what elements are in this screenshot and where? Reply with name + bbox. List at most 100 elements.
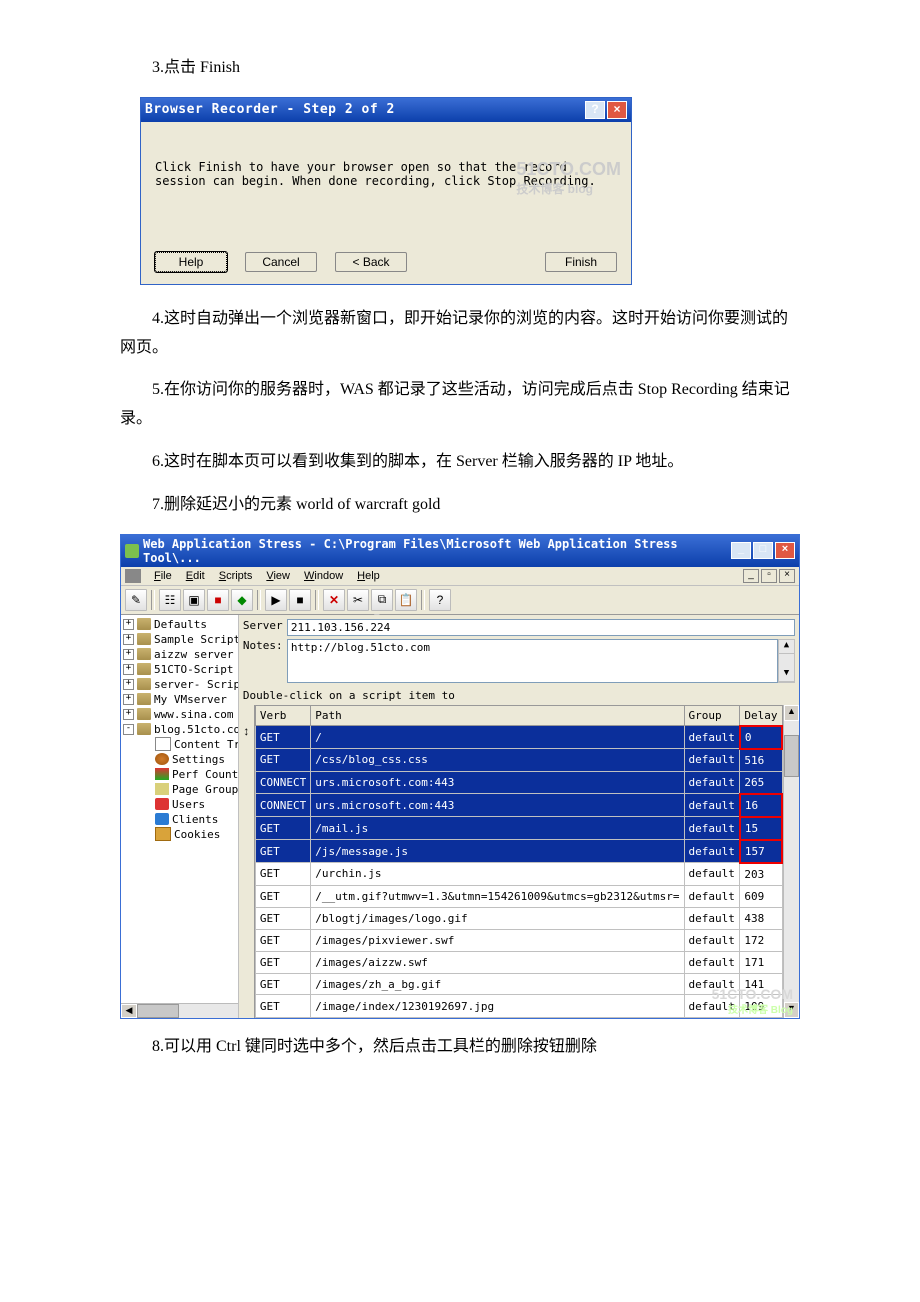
cell-delay[interactable]: 438 bbox=[740, 907, 782, 929]
cell-group[interactable]: default bbox=[684, 817, 740, 840]
help-toolbar-icon[interactable]: ? bbox=[429, 589, 451, 611]
tree-node[interactable]: +My VMserver bbox=[121, 692, 238, 707]
server-input[interactable] bbox=[287, 619, 795, 636]
tree-node[interactable]: -blog.51cto.com bbox=[121, 722, 238, 737]
cell-delay[interactable]: 172 bbox=[740, 929, 782, 951]
table-row[interactable]: GET/urchin.jsdefault203 bbox=[255, 863, 782, 886]
tree-hscrollbar[interactable]: ◀ bbox=[121, 1003, 238, 1018]
cell-group[interactable]: default bbox=[684, 929, 740, 951]
cell-delay[interactable]: 157 bbox=[740, 840, 782, 863]
close-icon[interactable]: × bbox=[775, 542, 795, 559]
expand-icon[interactable]: + bbox=[123, 664, 134, 675]
cell-verb[interactable]: CONNECT bbox=[255, 794, 310, 817]
cell-delay[interactable]: 203 bbox=[740, 863, 782, 886]
cell-delay[interactable]: 265 bbox=[740, 771, 782, 794]
cell-verb[interactable]: CONNECT bbox=[255, 771, 310, 794]
expand-icon[interactable]: + bbox=[123, 649, 134, 660]
col-delay[interactable]: Delay bbox=[740, 705, 782, 726]
table-row[interactable]: GET/images/aizzw.swfdefault171 bbox=[255, 951, 782, 973]
cell-path[interactable]: /images/pixviewer.swf bbox=[311, 929, 684, 951]
tree-child-node[interactable]: Users bbox=[121, 797, 238, 812]
tree-node[interactable]: +www.sina.com bbox=[121, 707, 238, 722]
play-icon[interactable]: ▶ bbox=[265, 589, 287, 611]
cell-group[interactable]: default bbox=[684, 726, 740, 749]
tree-child-node[interactable]: Page Groups bbox=[121, 782, 238, 797]
cell-group[interactable]: default bbox=[684, 840, 740, 863]
table-row[interactable]: GET/images/zh_a_bg.gifdefault141 bbox=[255, 973, 782, 995]
menu-help[interactable]: Help bbox=[350, 569, 387, 583]
cell-path[interactable]: /image/index/1230192697.jpg bbox=[311, 995, 684, 1017]
cell-path[interactable]: /js/message.js bbox=[311, 840, 684, 863]
cell-verb[interactable]: GET bbox=[255, 726, 310, 749]
grid-vscrollbar[interactable]: ▲▼ bbox=[783, 705, 799, 1018]
expand-icon[interactable]: + bbox=[123, 634, 134, 645]
mdi-minimize-icon[interactable]: _ bbox=[743, 569, 759, 583]
cell-group[interactable]: default bbox=[684, 973, 740, 995]
cell-path[interactable]: urs.microsoft.com:443 bbox=[311, 794, 684, 817]
table-row[interactable]: GET/blogtj/images/logo.gifdefault438 bbox=[255, 907, 782, 929]
tree-child-node[interactable]: Content Tree bbox=[121, 737, 238, 752]
table-row[interactable]: GET/js/message.jsdefault157 bbox=[255, 840, 782, 863]
notes-vscrollbar[interactable]: ▲▼ bbox=[778, 639, 795, 683]
tree-node[interactable]: +server- Script bbox=[121, 677, 238, 692]
expand-icon[interactable]: + bbox=[123, 709, 134, 720]
stop-icon[interactable]: ■ bbox=[207, 589, 229, 611]
browser-icon[interactable]: ◆ bbox=[231, 589, 253, 611]
cancel-button[interactable]: Cancel bbox=[245, 252, 317, 272]
expand-icon[interactable]: + bbox=[123, 694, 134, 705]
cell-path[interactable]: /images/aizzw.swf bbox=[311, 951, 684, 973]
menu-edit[interactable]: Edit bbox=[179, 569, 212, 583]
cell-verb[interactable]: GET bbox=[255, 749, 310, 772]
mdi-restore-icon[interactable]: ▫ bbox=[761, 569, 777, 583]
expand-icon[interactable]: + bbox=[123, 679, 134, 690]
cell-group[interactable]: default bbox=[684, 907, 740, 929]
paste-icon[interactable]: 📋 bbox=[395, 589, 417, 611]
record-icon[interactable]: ▣ bbox=[183, 589, 205, 611]
table-row[interactable]: GET/__utm.gif?utmwv=1.3&utmn=154261009&u… bbox=[255, 885, 782, 907]
cell-group[interactable]: default bbox=[684, 885, 740, 907]
cell-group[interactable]: default bbox=[684, 951, 740, 973]
finish-button[interactable]: Finish bbox=[545, 252, 617, 272]
expand-icon[interactable]: + bbox=[123, 619, 134, 630]
cell-group[interactable]: default bbox=[684, 995, 740, 1017]
expand-icon[interactable]: - bbox=[123, 724, 134, 735]
tree-node[interactable]: +Sample Script bbox=[121, 632, 238, 647]
cell-verb[interactable]: GET bbox=[255, 863, 310, 886]
cell-path[interactable]: /urchin.js bbox=[311, 863, 684, 886]
tree-child-node[interactable]: Settings bbox=[121, 752, 238, 767]
cut-icon[interactable]: ✂ bbox=[347, 589, 369, 611]
delete-icon[interactable]: ✕ bbox=[323, 589, 345, 611]
back-button[interactable]: < Back bbox=[335, 252, 407, 272]
cell-group[interactable]: default bbox=[684, 794, 740, 817]
tree-child-node[interactable]: Clients bbox=[121, 812, 238, 827]
mdi-close-icon[interactable]: × bbox=[779, 569, 795, 583]
maximize-icon[interactable]: □ bbox=[753, 542, 773, 559]
cell-delay[interactable]: 15 bbox=[740, 817, 782, 840]
cell-path[interactable]: /blogtj/images/logo.gif bbox=[311, 907, 684, 929]
tree-child-node[interactable]: Cookies bbox=[121, 827, 238, 842]
script-items-grid[interactable]: Verb Path Group Delay GET/default0GET/cs… bbox=[255, 705, 783, 1018]
col-verb[interactable]: Verb bbox=[255, 705, 310, 726]
manual-icon[interactable]: ☷ bbox=[159, 589, 181, 611]
table-row[interactable]: CONNECTurs.microsoft.com:443default265 bbox=[255, 771, 782, 794]
tree-child-node[interactable]: Perf Counters bbox=[121, 767, 238, 782]
table-row[interactable]: GET/mail.jsdefault15 bbox=[255, 817, 782, 840]
close-icon[interactable]: × bbox=[607, 101, 627, 119]
cell-group[interactable]: default bbox=[684, 749, 740, 772]
cell-verb[interactable]: GET bbox=[255, 840, 310, 863]
table-row[interactable]: CONNECTurs.microsoft.com:443default16 bbox=[255, 794, 782, 817]
new-script-icon[interactable]: ✎ bbox=[125, 589, 147, 611]
cell-verb[interactable]: GET bbox=[255, 951, 310, 973]
cell-verb[interactable]: GET bbox=[255, 907, 310, 929]
cell-delay[interactable]: 109 bbox=[740, 995, 782, 1017]
cell-path[interactable]: urs.microsoft.com:443 bbox=[311, 771, 684, 794]
tree-node[interactable]: +aizzw server bbox=[121, 647, 238, 662]
tree-node[interactable]: +51CTO-Script bbox=[121, 662, 238, 677]
table-row[interactable]: GET/image/index/1230192697.jpgdefault109 bbox=[255, 995, 782, 1017]
cell-delay[interactable]: 516 bbox=[740, 749, 782, 772]
cell-path[interactable]: /css/blog_css.css bbox=[311, 749, 684, 772]
cell-group[interactable]: default bbox=[684, 771, 740, 794]
cell-verb[interactable]: GET bbox=[255, 817, 310, 840]
cell-path[interactable]: /images/zh_a_bg.gif bbox=[311, 973, 684, 995]
pause-icon[interactable]: ■ bbox=[289, 589, 311, 611]
